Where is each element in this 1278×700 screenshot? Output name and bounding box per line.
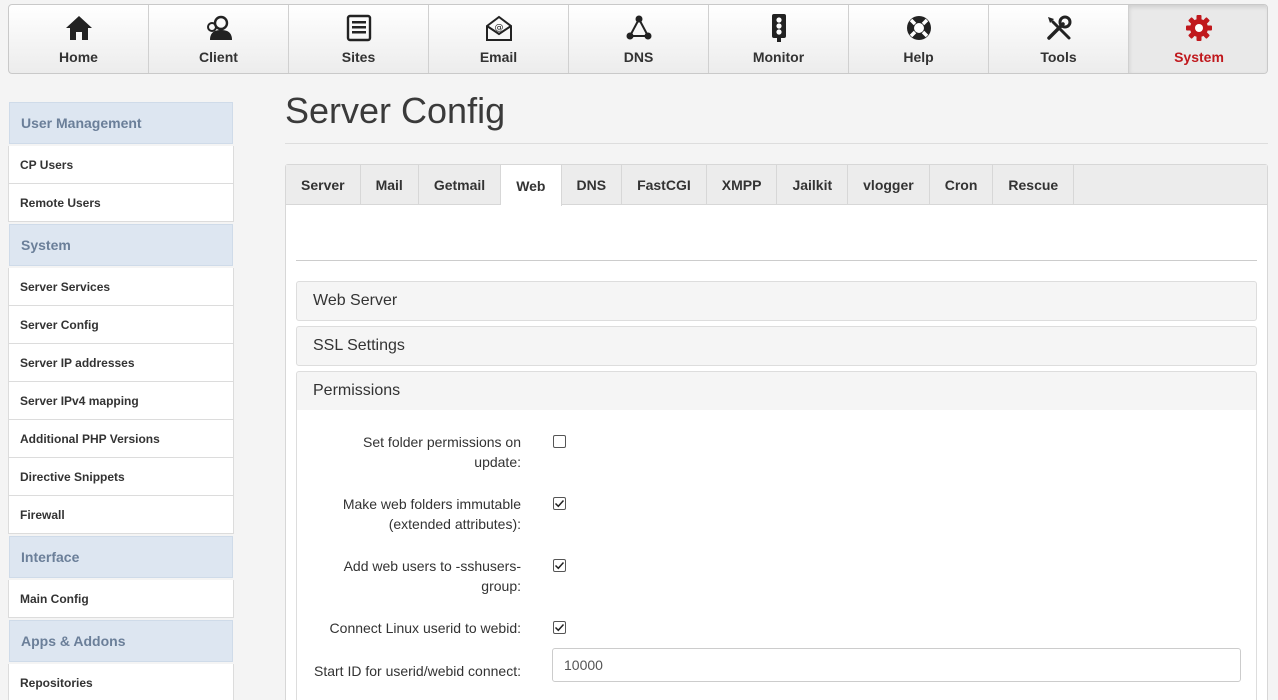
- nav-email[interactable]: @ Email: [429, 5, 569, 73]
- set-folder-permissions-checkbox[interactable]: [553, 435, 566, 448]
- nav-dns[interactable]: DNS: [569, 5, 709, 73]
- sshusers-group-label-line1: Add web users to -sshusers-: [343, 558, 521, 574]
- tab-cron[interactable]: Cron: [930, 165, 994, 205]
- tab-getmail[interactable]: Getmail: [419, 165, 502, 205]
- sidebar-section-interface[interactable]: Interface: [9, 536, 233, 578]
- nav-monitor[interactable]: Monitor: [709, 5, 849, 73]
- nav-sites-label: Sites: [341, 49, 376, 65]
- immutable-folders-checkbox[interactable]: [553, 497, 566, 510]
- nav-monitor-label: Monitor: [752, 49, 805, 65]
- sites-icon: [344, 13, 374, 43]
- tab-mail[interactable]: Mail: [361, 165, 419, 205]
- sidebar-item-server-ip-addresses[interactable]: Server IP addresses: [8, 344, 234, 382]
- tab-jailkit[interactable]: Jailkit: [777, 165, 849, 205]
- sshusers-group-label: Add web users to -sshusers- group:: [291, 556, 521, 596]
- tab-server[interactable]: Server: [286, 165, 361, 205]
- immutable-folders-label: Make web folders immutable (extended att…: [291, 494, 521, 534]
- sidebar: User Management CP Users Remote Users Sy…: [8, 100, 234, 700]
- nav-client[interactable]: Client: [149, 5, 289, 73]
- nav-tools-label: Tools: [1040, 49, 1077, 65]
- start-id-input[interactable]: [552, 648, 1241, 682]
- nav-home[interactable]: Home: [9, 5, 149, 73]
- set-folder-permissions-label: Set folder permissions on update:: [291, 432, 521, 472]
- help-icon: [904, 13, 934, 43]
- tab-xmpp[interactable]: XMPP: [707, 165, 778, 205]
- tab-dns[interactable]: DNS: [562, 165, 623, 205]
- tab-bar: Server Mail Getmail Web DNS FastCGI XMPP…: [286, 165, 1267, 206]
- nav-email-label: Email: [479, 49, 518, 65]
- client-icon: [204, 13, 234, 43]
- accordion-ssl-settings[interactable]: SSL Settings: [296, 326, 1257, 366]
- sshusers-group-label-line2: group:: [481, 578, 521, 594]
- sidebar-item-main-config[interactable]: Main Config: [8, 580, 234, 618]
- accordion-permissions[interactable]: Permissions: [296, 371, 1257, 411]
- page-title: Server Config: [285, 90, 506, 131]
- immutable-folders-label-line1: Make web folders immutable: [342, 496, 521, 512]
- tab-rescue[interactable]: Rescue: [993, 165, 1075, 205]
- home-icon: [64, 13, 94, 43]
- start-id-label: Start ID for userid/webid connect:: [314, 663, 521, 679]
- dns-icon: [624, 13, 654, 43]
- monitor-icon: [764, 13, 794, 43]
- sidebar-section-apps-addons[interactable]: Apps & Addons: [9, 620, 233, 662]
- panel-divider: [296, 260, 1257, 261]
- sshusers-group-checkbox[interactable]: [553, 559, 566, 572]
- sidebar-item-firewall[interactable]: Firewall: [8, 496, 234, 534]
- top-navigation: Home Client Sites @ Email DNS Monitor He…: [8, 4, 1268, 74]
- nav-help-label: Help: [903, 49, 934, 65]
- accordion-web-server[interactable]: Web Server: [296, 281, 1257, 321]
- email-icon: @: [484, 13, 514, 43]
- svg-text:@: @: [494, 23, 503, 33]
- permissions-body: Set folder permissions on update: Make w…: [296, 410, 1257, 700]
- connect-userid-checkbox[interactable]: [553, 621, 566, 634]
- sidebar-item-server-config[interactable]: Server Config: [8, 306, 234, 344]
- sidebar-item-remote-users[interactable]: Remote Users: [8, 184, 234, 222]
- gear-icon: [1184, 13, 1214, 43]
- tab-fastcgi[interactable]: FastCGI: [622, 165, 707, 205]
- nav-system-label: System: [1174, 49, 1224, 65]
- tools-icon: [1044, 13, 1074, 43]
- set-folder-permissions-label-line1: Set folder permissions on: [363, 434, 521, 450]
- nav-system[interactable]: System: [1129, 5, 1267, 73]
- sidebar-item-directive-snippets[interactable]: Directive Snippets: [8, 458, 234, 496]
- sidebar-section-user-management[interactable]: User Management: [9, 102, 233, 144]
- checkmark-icon: [554, 623, 565, 632]
- sidebar-item-additional-php-versions[interactable]: Additional PHP Versions: [8, 420, 234, 458]
- nav-sites[interactable]: Sites: [289, 5, 429, 73]
- nav-home-label: Home: [59, 49, 98, 65]
- sidebar-item-server-services[interactable]: Server Services: [8, 268, 234, 306]
- checkmark-icon: [554, 561, 565, 570]
- nav-client-label: Client: [199, 49, 238, 65]
- sidebar-item-repositories[interactable]: Repositories: [8, 664, 234, 700]
- sidebar-item-server-ipv4-mapping[interactable]: Server IPv4 mapping: [8, 382, 234, 420]
- tab-web[interactable]: Web: [501, 165, 562, 206]
- sidebar-item-cp-users[interactable]: CP Users: [8, 146, 234, 184]
- nav-help[interactable]: Help: [849, 5, 989, 73]
- connect-userid-label: Connect Linux userid to webid:: [329, 620, 521, 636]
- checkmark-icon: [554, 499, 565, 508]
- title-divider: [285, 143, 1268, 144]
- set-folder-permissions-label-line2: update:: [474, 454, 521, 470]
- config-panel: Server Mail Getmail Web DNS FastCGI XMPP…: [285, 164, 1268, 700]
- nav-dns-label: DNS: [623, 49, 654, 65]
- nav-tools[interactable]: Tools: [989, 5, 1129, 73]
- immutable-folders-label-line2: (extended attributes):: [388, 516, 521, 532]
- tab-vlogger[interactable]: vlogger: [848, 165, 930, 205]
- sidebar-section-system[interactable]: System: [9, 224, 233, 266]
